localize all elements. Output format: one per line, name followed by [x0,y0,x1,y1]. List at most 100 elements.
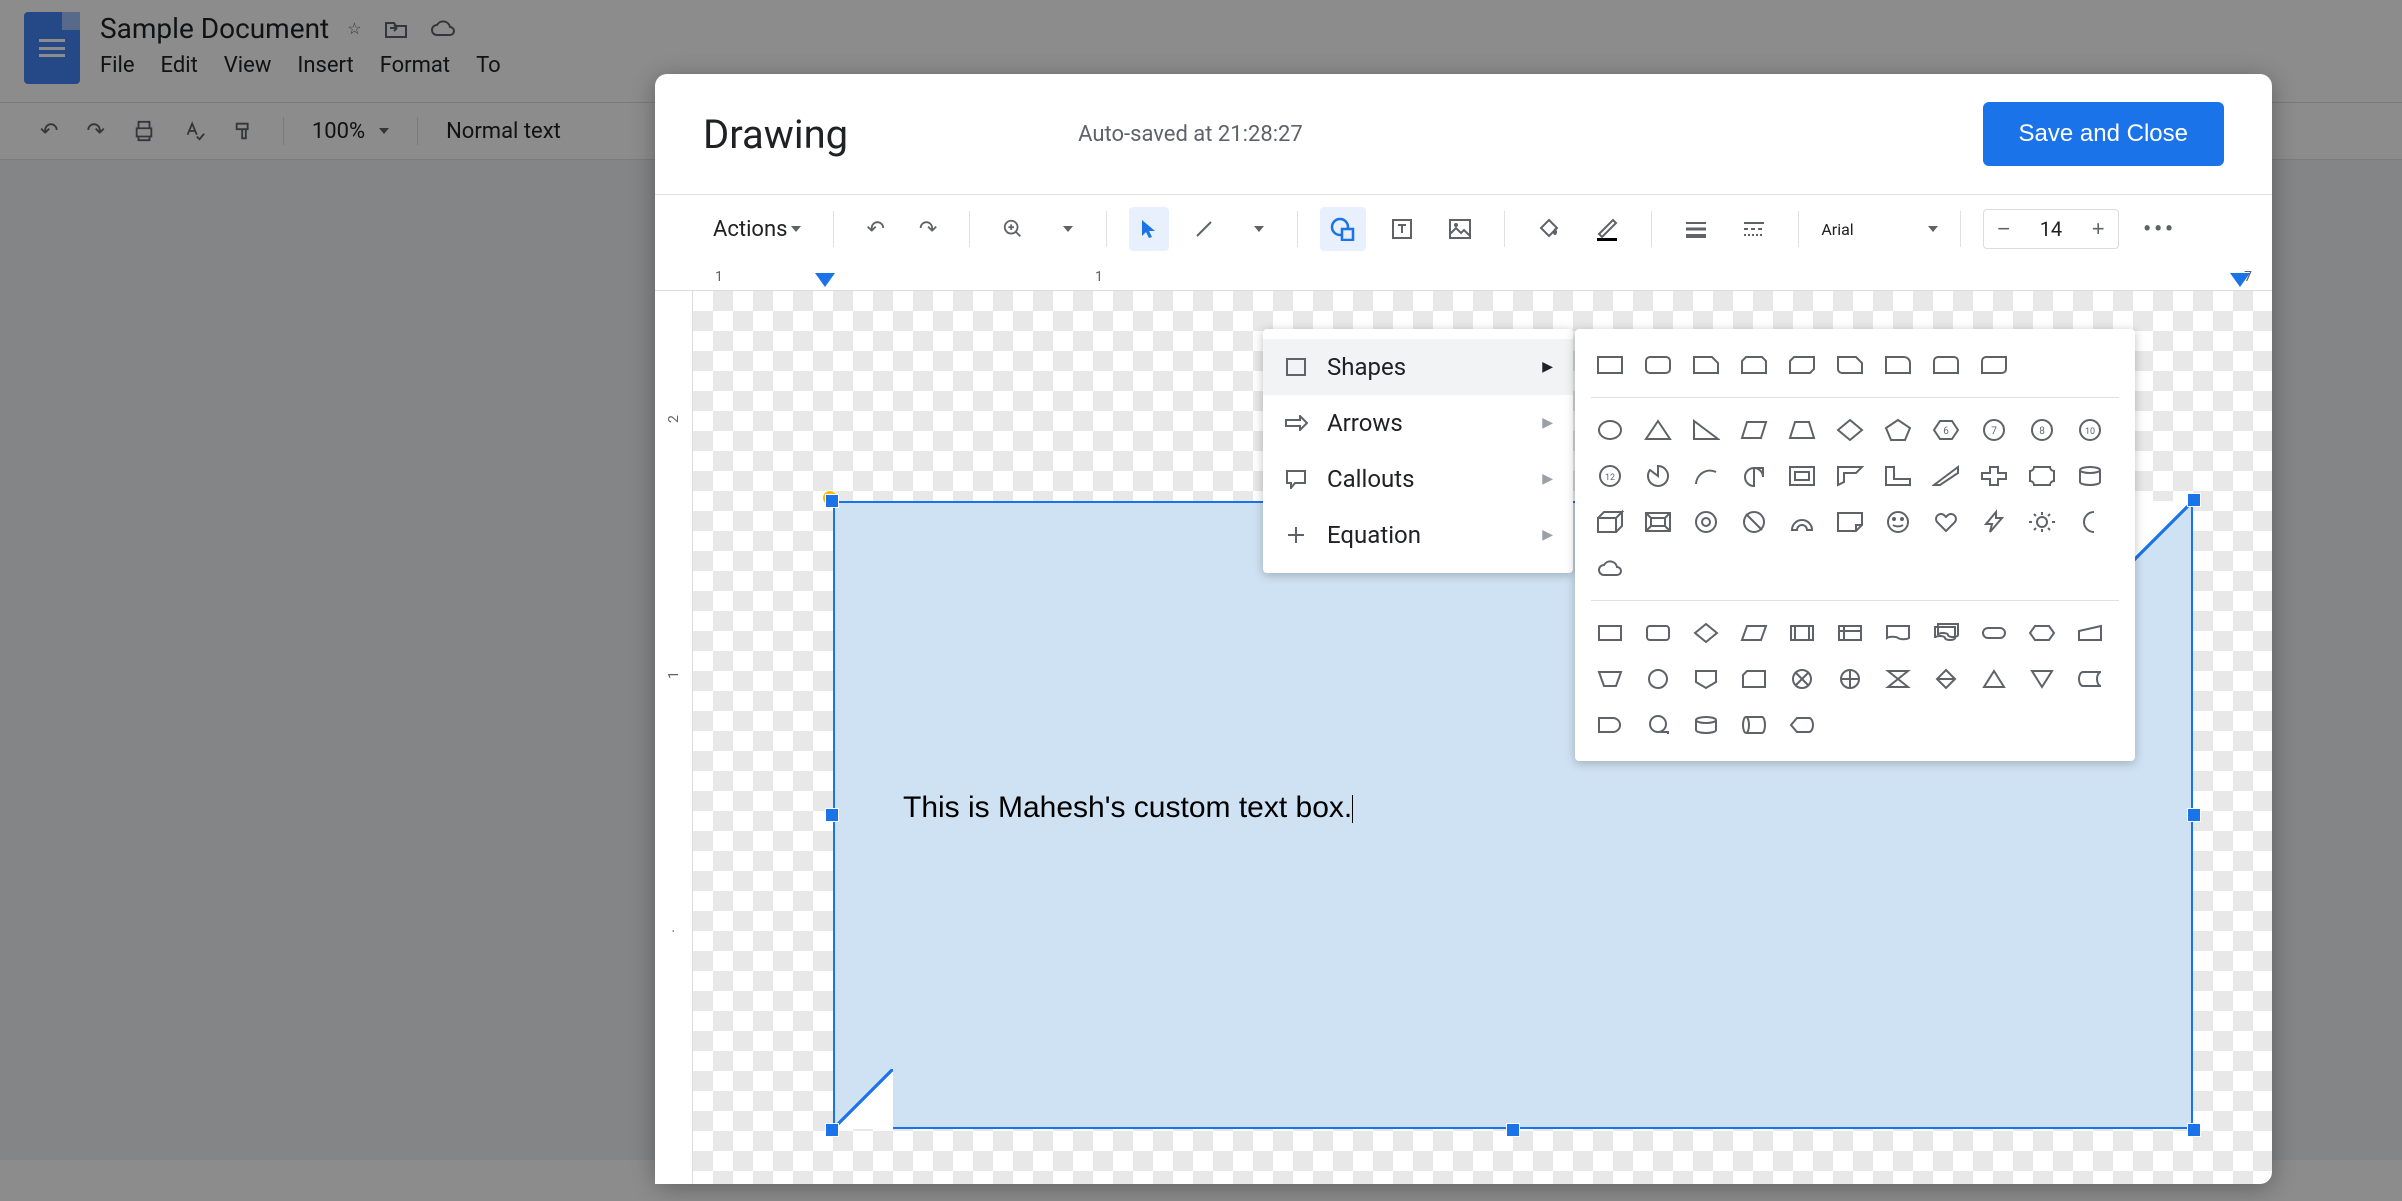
shape-arc[interactable] [1687,458,1725,494]
shape-flow-or[interactable] [1831,661,1869,697]
horizontal-ruler[interactable]: 1 1 7 [655,263,2272,291]
shape-flow-data[interactable] [1735,615,1773,651]
shape-cloud[interactable] [1591,550,1629,586]
shape-snip-round[interactable] [1831,347,1869,383]
shape-flow-extract[interactable] [1975,661,2013,697]
border-color-icon[interactable] [1585,207,1629,251]
image-tool-icon[interactable] [1438,207,1482,251]
shape-heart[interactable] [1927,504,1965,540]
shape-diagonal-stripe[interactable] [1927,458,1965,494]
shape-flow-card[interactable] [1735,661,1773,697]
shape-flow-preparation[interactable] [2023,615,2061,651]
right-indent-marker-icon[interactable] [2230,273,2250,287]
more-options-icon[interactable]: ••• [2133,207,2186,251]
shape-snip-same[interactable] [1735,347,1773,383]
resize-handle-nw[interactable] [825,494,839,508]
shape-sun[interactable] [2023,504,2061,540]
shape-diamond[interactable] [1831,412,1869,448]
resize-handle-s[interactable] [1506,1123,1520,1137]
shape-flow-process[interactable] [1591,615,1629,651]
shape-flow-manual-input[interactable] [2071,615,2109,651]
shape-moon[interactable] [2071,504,2109,540]
resize-handle-w[interactable] [825,808,839,822]
shape-cross[interactable] [1975,458,2013,494]
line-tool-icon[interactable] [1183,207,1225,251]
shape-flow-stored[interactable] [2071,661,2109,697]
shape-flow-manual-op[interactable] [1591,661,1629,697]
font-dropdown[interactable]: Arial [1821,220,1937,239]
shape-can[interactable] [2071,458,2109,494]
shape-menu-equation[interactable]: Equation ▶ [1263,507,1573,563]
shape-right-triangle[interactable] [1687,412,1725,448]
actions-menu-button[interactable]: Actions [703,207,811,251]
shape-flow-collate[interactable] [1879,661,1917,697]
shape-donut[interactable] [1687,504,1725,540]
shape-menu-callouts[interactable]: Callouts ▶ [1263,451,1573,507]
redo-icon[interactable]: ↷ [909,207,947,251]
shape-rectangle[interactable] [1591,347,1629,383]
resize-handle-e[interactable] [2187,808,2201,822]
shape-teardrop[interactable] [1735,458,1773,494]
shape-flow-summing[interactable] [1783,661,1821,697]
resize-handle-sw[interactable] [825,1123,839,1137]
border-weight-icon[interactable] [1674,207,1718,251]
border-dash-icon[interactable] [1732,207,1776,251]
shape-flow-alternate[interactable] [1639,615,1677,651]
save-and-close-button[interactable]: Save and Close [1983,102,2224,166]
shape-pie[interactable] [1639,458,1677,494]
shape-flow-predefined[interactable] [1783,615,1821,651]
textbox-content[interactable]: This is Mahesh's custom text box. [903,791,1353,825]
shape-oval[interactable] [1591,412,1629,448]
shape-flow-offpage[interactable] [1687,661,1725,697]
shape-flow-merge[interactable] [2023,661,2061,697]
shape-round-diag[interactable] [1975,347,2013,383]
zoom-dropdown-caret[interactable] [1048,207,1084,251]
shape-parallelogram[interactable] [1735,412,1773,448]
shape-rounded-rectangle[interactable] [1639,347,1677,383]
shape-flow-delay[interactable] [1591,707,1629,743]
shape-snip-single[interactable] [1687,347,1725,383]
undo-icon[interactable]: ↶ [856,207,894,251]
shape-triangle[interactable] [1639,412,1677,448]
shape-dodecagon[interactable]: 12 [1591,458,1629,494]
shape-flow-direct-access[interactable] [1735,707,1773,743]
shape-round-single[interactable] [1879,347,1917,383]
fill-color-icon[interactable] [1527,207,1571,251]
font-size-value[interactable]: 14 [2024,217,2078,241]
increase-font-button[interactable]: + [2078,210,2118,248]
vertical-ruler[interactable]: 2 1 · [655,291,693,1184]
shape-trapezoid[interactable] [1783,412,1821,448]
drawing-canvas[interactable]: This is Mahesh's custom text box. Shapes… [693,291,2272,1184]
shape-hexagon[interactable]: 6 [1927,412,1965,448]
shape-flow-internal[interactable] [1831,615,1869,651]
shape-cube[interactable] [1591,504,1629,540]
shape-plaque[interactable] [2023,458,2061,494]
shape-l-shape[interactable] [1879,458,1917,494]
resize-handle-ne[interactable] [2187,493,2201,507]
shape-round-same[interactable] [1927,347,1965,383]
shape-folded-corner[interactable] [1831,504,1869,540]
shape-flow-decision[interactable] [1687,615,1725,651]
shape-pentagon[interactable] [1879,412,1917,448]
shape-flow-document[interactable] [1879,615,1917,651]
indent-marker-icon[interactable] [815,273,835,287]
shape-tool-icon[interactable] [1320,207,1366,251]
line-dropdown-caret[interactable] [1239,207,1275,251]
shape-flow-connector[interactable] [1639,661,1677,697]
shape-flow-display[interactable] [1783,707,1821,743]
shape-menu-shapes[interactable]: Shapes ▶ [1263,339,1573,395]
shape-lightning[interactable] [1975,504,2013,540]
shape-decagon[interactable]: 10 [2071,412,2109,448]
shape-frame[interactable] [1783,458,1821,494]
shape-smiley[interactable] [1879,504,1917,540]
shape-flow-terminator[interactable] [1975,615,2013,651]
shape-menu-arrows[interactable]: Arrows ▶ [1263,395,1573,451]
shape-heptagon[interactable]: 7 [1975,412,2013,448]
zoom-icon[interactable] [992,207,1034,251]
shape-no-symbol[interactable] [1735,504,1773,540]
textbox-tool-icon[interactable] [1380,207,1424,251]
shape-flow-multidoc[interactable] [1927,615,1965,651]
decrease-font-button[interactable]: − [1984,210,2024,248]
shape-octagon[interactable]: 8 [2023,412,2061,448]
select-tool-icon[interactable] [1129,207,1169,251]
